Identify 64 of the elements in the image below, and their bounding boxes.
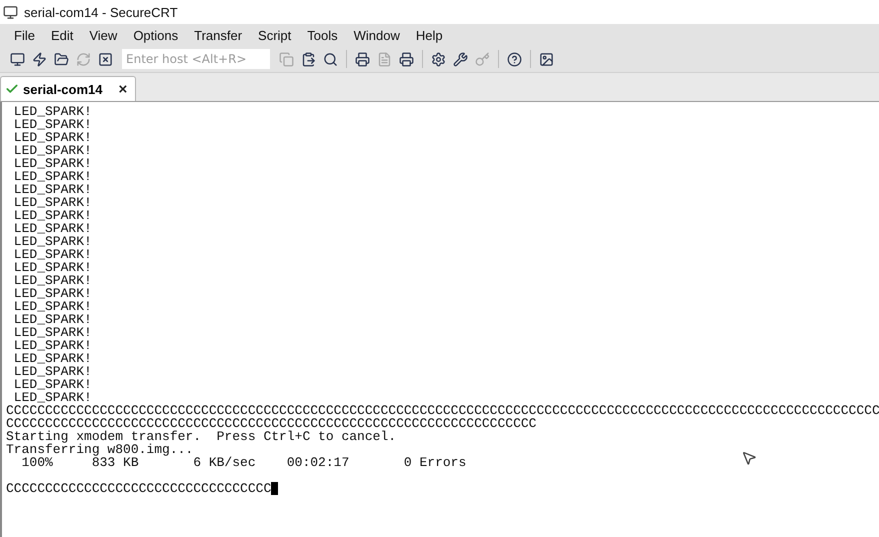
session-tab[interactable]: serial-com14 × bbox=[0, 76, 136, 101]
terminal-line: LED_SPARK! bbox=[12, 157, 92, 170]
terminal-line: LED_SPARK! bbox=[12, 287, 92, 300]
terminal-line: LED_SPARK! bbox=[12, 274, 92, 287]
menu-item[interactable]: Edit bbox=[42, 28, 82, 42]
terminal-line: LED_SPARK! bbox=[12, 365, 92, 378]
terminal-line: 100% 833 KB 6 KB/sec 00:02:17 0 Errors bbox=[22, 456, 466, 469]
terminal-line: LED_SPARK! bbox=[12, 144, 92, 157]
terminal-line: LED_SPARK! bbox=[12, 300, 92, 313]
tab-label: serial-com14 bbox=[23, 82, 102, 96]
window-title: serial-com14 - SecureCRT bbox=[24, 4, 178, 20]
close-button[interactable]: × bbox=[118, 80, 128, 98]
terminal-line: LED_SPARK! bbox=[12, 196, 92, 209]
lightning-icon bbox=[32, 52, 47, 66]
paste-icon bbox=[301, 52, 316, 66]
menu-item[interactable]: Transfer bbox=[186, 28, 250, 42]
terminal-line: LED_SPARK! bbox=[12, 209, 92, 222]
search-icon bbox=[323, 52, 338, 66]
refresh-icon bbox=[76, 52, 91, 66]
terminal-line: LED_SPARK! bbox=[12, 235, 92, 248]
terminal-screen[interactable] bbox=[0, 102, 879, 537]
app-icon bbox=[3, 4, 18, 20]
text-cursor bbox=[271, 482, 278, 495]
menu-item[interactable]: Script bbox=[250, 28, 300, 42]
terminal-line: LED_SPARK! bbox=[12, 313, 92, 326]
terminal-line: LED_SPARK! bbox=[12, 391, 92, 404]
printer-icon bbox=[399, 52, 414, 66]
terminal-line: LED_SPARK! bbox=[12, 352, 92, 365]
terminal-line: LED_SPARK! bbox=[12, 222, 92, 235]
terminal-line: CCCCCCCCCCCCCCCCCCCCCCCCCCCCCCCCCC bbox=[6, 482, 272, 495]
help-icon bbox=[507, 52, 522, 66]
terminal-line: LED_SPARK! bbox=[12, 326, 92, 339]
terminal-line: LED_SPARK! bbox=[12, 170, 92, 183]
terminal-line: LED_SPARK! bbox=[12, 378, 92, 391]
terminal-line: LED_SPARK! bbox=[12, 131, 92, 144]
terminal-line: LED_SPARK! bbox=[12, 339, 92, 352]
host-field[interactable]: Enter host <Alt+R> bbox=[122, 49, 270, 69]
menu-item[interactable]: Options bbox=[125, 28, 186, 42]
key-icon bbox=[475, 52, 490, 66]
check-icon bbox=[5, 82, 19, 96]
menu-item[interactable]: View bbox=[81, 28, 126, 42]
terminal-line: LED_SPARK! bbox=[12, 248, 92, 261]
terminal-line: CCCCCCCCCCCCCCCCCCCCCCCCCCCCCCCCCCCCCCCCCCCCCCCCCCCCCCCCCCCCCCCCCCCC bbox=[6, 417, 536, 430]
mouse-pointer-icon bbox=[741, 450, 757, 466]
menu-item[interactable]: File bbox=[6, 28, 43, 42]
wrench-icon bbox=[453, 52, 468, 66]
menu-item[interactable]: Tools bbox=[299, 28, 346, 42]
settings-icon bbox=[431, 52, 446, 66]
terminal-line: LED_SPARK! bbox=[12, 261, 92, 274]
copy-icon bbox=[279, 52, 294, 66]
terminal-line: Transferring w800.img... bbox=[6, 443, 194, 456]
terminal-line: Starting xmodem transfer. Press Ctrl+C to cancel. bbox=[6, 430, 396, 443]
image-icon bbox=[539, 52, 554, 66]
folder-icon bbox=[54, 52, 69, 66]
terminal-line: CCCCCCCCCCCCCCCCCCCCCCCCCCCCCCCCCCCCCCCCCCCCCCCCCCCCCCCCCCCCCCCCCCCCCCCCCCCCCCCCCCCCCCCCCCCCCCCCCCCCCCCCCCCCCCCC bbox=[6, 404, 879, 417]
terminal-line: LED_SPARK! bbox=[12, 183, 92, 196]
menu-item[interactable]: Window bbox=[346, 28, 408, 42]
close-icon bbox=[98, 52, 113, 66]
terminal-line: LED_SPARK! bbox=[12, 105, 92, 118]
menu-item[interactable]: Help bbox=[408, 28, 451, 42]
document-icon bbox=[377, 52, 392, 66]
printer-icon bbox=[355, 52, 370, 66]
terminal-line: LED_SPARK! bbox=[12, 118, 92, 131]
monitor-icon bbox=[10, 52, 25, 66]
